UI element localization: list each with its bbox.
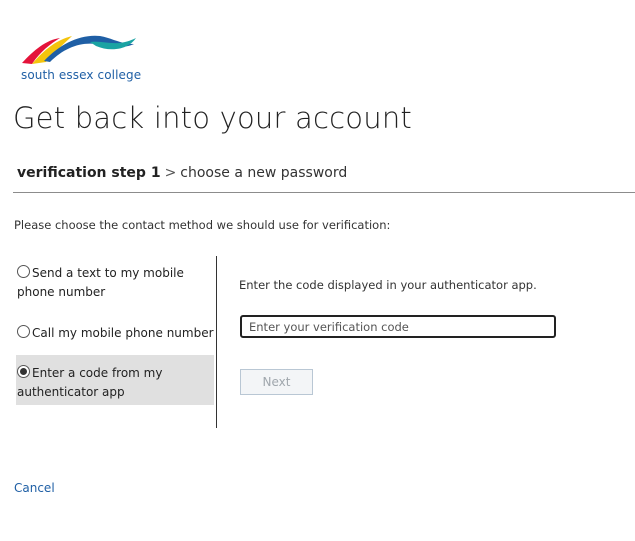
instructions-text: Please choose the contact method we shou… bbox=[14, 218, 391, 232]
breadcrumb-separator: > bbox=[164, 165, 177, 181]
method-option-call[interactable]: Call my mobile phone number bbox=[16, 324, 217, 343]
header-divider bbox=[13, 192, 635, 193]
authenticator-prompt: Enter the code displayed in your authent… bbox=[239, 278, 537, 292]
swoosh-logo-icon bbox=[22, 35, 136, 64]
method-label: Send a text to my mobile phone number bbox=[17, 266, 184, 299]
radio-icon[interactable] bbox=[17, 325, 30, 338]
radio-icon[interactable] bbox=[17, 265, 30, 278]
next-button[interactable]: Next bbox=[240, 369, 313, 395]
method-option-text[interactable]: Send a text to my mobile phone number bbox=[16, 264, 217, 302]
breadcrumb-next-step: choose a new password bbox=[180, 165, 348, 181]
method-label: Enter a code from my authenticator app bbox=[17, 366, 163, 399]
method-label: Call my mobile phone number bbox=[32, 326, 214, 340]
breadcrumb: verification step 1 > choose a new passwor… bbox=[17, 165, 347, 181]
radio-selected-icon[interactable] bbox=[17, 365, 30, 378]
breadcrumb-current-step: verification step 1 bbox=[17, 165, 161, 181]
cancel-link[interactable]: Cancel bbox=[14, 481, 55, 495]
page-title: Get back into your account bbox=[13, 101, 412, 135]
vertical-divider bbox=[216, 256, 217, 428]
method-option-authenticator[interactable]: Enter a code from my authenticator app bbox=[16, 355, 214, 405]
verification-code-input[interactable] bbox=[240, 315, 556, 338]
logo-text: south essex college bbox=[21, 68, 142, 82]
college-logo: south essex college bbox=[20, 30, 142, 86]
